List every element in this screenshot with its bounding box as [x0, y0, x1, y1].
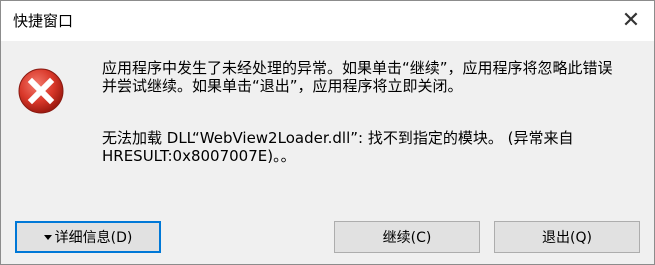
error-message-primary: 应用程序中发生了未经处理的异常。如果单击“继续”，应用程序将忽略此错误并尝试继续…	[102, 59, 613, 95]
title-bar: 快捷窗口 ✕	[1, 1, 654, 41]
error-message-detail: 无法加载 DLL“WebView2Loader.dll”: 找不到指定的模块。 …	[102, 129, 579, 165]
expand-triangle-icon	[43, 234, 52, 240]
window-title: 快捷窗口	[13, 12, 74, 30]
close-button[interactable]: ✕	[608, 1, 654, 41]
details-button[interactable]: 详细信息(D)	[15, 221, 161, 253]
error-icon	[18, 68, 64, 114]
details-button-label: 详细信息(D)	[54, 230, 133, 246]
continue-button-label: 继续(C)	[382, 230, 432, 246]
quit-button[interactable]: 退出(Q)	[494, 221, 640, 253]
error-dialog-window: 快捷窗口 ✕ 应用程序中发生了未经处理的异常。如果单击“继续”，应用程序将忽略此…	[0, 0, 655, 265]
quit-button-label: 退出(Q)	[542, 230, 592, 246]
continue-button[interactable]: 继续(C)	[334, 221, 480, 253]
close-icon: ✕	[621, 8, 641, 33]
